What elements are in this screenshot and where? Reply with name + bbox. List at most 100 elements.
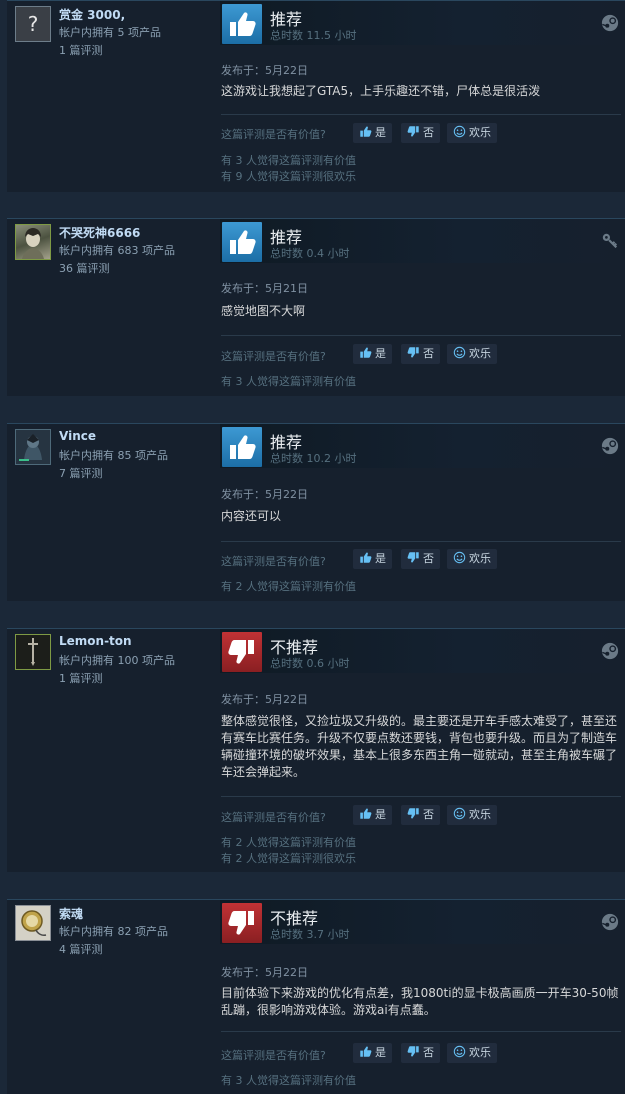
- vote-funny-button[interactable]: 欢乐: [447, 805, 497, 825]
- author-product-count: 帐户内拥有 100 项产品: [59, 654, 175, 667]
- vote-yes-label: 是: [375, 347, 386, 360]
- vote-no-button[interactable]: 否: [401, 549, 440, 569]
- helpful-question: 这篇评测是否有价值?: [221, 811, 326, 824]
- thumbs-down-small-icon: [407, 347, 419, 358]
- steam-icon: [601, 642, 619, 660]
- pocket-watch-avatar[interactable]: [15, 905, 51, 941]
- vote-funny-button[interactable]: 欢乐: [447, 1043, 497, 1063]
- helpful-summary: 有 3 人觉得这篇评测有价值: [221, 374, 356, 390]
- funny-summary-line: 有 2 人觉得这篇评测很欢乐: [221, 852, 356, 865]
- vote-funny-label: 欢乐: [469, 552, 491, 565]
- smiley-icon: [453, 551, 466, 564]
- thumbs-up-small-icon: [360, 347, 372, 358]
- vote-yes-button[interactable]: 是: [353, 805, 392, 825]
- sword-avatar[interactable]: [15, 634, 51, 670]
- vote-yes-button[interactable]: 是: [353, 1043, 392, 1063]
- helpful-summary: 有 3 人觉得这篇评测有价值: [221, 1073, 356, 1089]
- vote-yes-button[interactable]: 是: [353, 344, 392, 364]
- vote-yes-label: 是: [375, 552, 386, 565]
- thumbs-down-small-icon: [407, 126, 419, 137]
- thumbs-up-icon: [222, 4, 262, 44]
- author-review-count[interactable]: 1 篇评测: [59, 42, 103, 58]
- author-product-count: 帐户内拥有 85 项产品: [59, 449, 168, 462]
- divider: [221, 796, 621, 797]
- thumbs-up-small-icon: [360, 126, 372, 137]
- vote-no-button[interactable]: 否: [401, 344, 440, 364]
- helpful-question: 这篇评测是否有价值?: [221, 128, 326, 141]
- vote-yes-label: 是: [375, 126, 386, 139]
- posted-date: 发布于：5月22日: [221, 693, 308, 706]
- divider: [221, 541, 621, 542]
- vote-header: 推荐 总时数 0.4 小时: [220, 219, 625, 263]
- vote-funny-button[interactable]: 欢乐: [447, 123, 497, 143]
- author-product-count: 帐户内拥有 683 项产品: [59, 244, 175, 257]
- vote-funny-label: 欢乐: [469, 1046, 491, 1059]
- vote-funny-button[interactable]: 欢乐: [447, 549, 497, 569]
- review-card: Lemon-ton 帐户内拥有 100 项产品 1 篇评测 不推荐 总时数 0.…: [7, 628, 625, 872]
- smiley-icon: [453, 125, 466, 138]
- review-text: 这游戏让我想起了GTA5，上手乐趣还不错，尸体总是很活泼: [221, 84, 541, 98]
- helpful-summary-line: 有 3 人觉得这篇评测有价值: [221, 154, 356, 167]
- thumbs-down-small-icon: [407, 552, 419, 563]
- vote-funny-label: 欢乐: [469, 347, 491, 360]
- helpful-summary-line: 有 3 人觉得这篇评测有价值: [221, 1074, 356, 1087]
- review-text: 感觉地图不大啊: [221, 304, 306, 318]
- helpful-summary-line: 有 2 人觉得这篇评测有价值: [221, 580, 356, 593]
- divider: [221, 114, 621, 115]
- thumbs-down-small-icon: [407, 808, 419, 819]
- posted-date: 发布于：5月21日: [221, 282, 308, 295]
- vote-yes-button[interactable]: 是: [353, 549, 392, 569]
- author-name[interactable]: 索魂: [59, 905, 83, 922]
- vote-yes-label: 是: [375, 1046, 386, 1059]
- review-card: Vince 帐户内拥有 85 项产品 7 篇评测 推荐 总时数 10.2 小时 …: [7, 423, 625, 601]
- vote-funny-button[interactable]: 欢乐: [447, 344, 497, 364]
- helpful-question: 这篇评测是否有价值?: [221, 1049, 326, 1062]
- vote-no-button[interactable]: 否: [401, 123, 440, 143]
- dark-character-avatar[interactable]: [15, 429, 51, 465]
- thumbs-up-small-icon: [360, 552, 372, 563]
- divider: [221, 1031, 621, 1032]
- author-review-count[interactable]: 36 篇评测: [59, 260, 110, 276]
- vote-funny-label: 欢乐: [469, 808, 491, 821]
- posted-date: 发布于：5月22日: [221, 966, 308, 979]
- playtime-hours: 总时数 3.7 小时: [270, 928, 350, 941]
- steam-icon: [601, 14, 619, 32]
- author-product-count: 帐户内拥有 82 项产品: [59, 925, 168, 938]
- review-card: ? 赏金 3000, 帐户内拥有 5 项产品 1 篇评测 推荐 总时数 11.5…: [7, 0, 625, 192]
- question-mark-avatar[interactable]: ?: [15, 6, 51, 42]
- thumbs-up-icon: [222, 427, 262, 467]
- vote-yes-label: 是: [375, 808, 386, 821]
- review-card: 不哭死神6666 帐户内拥有 683 项产品 36 篇评测 推荐 总时数 0.4…: [7, 218, 625, 396]
- author-review-count[interactable]: 1 篇评测: [59, 670, 103, 686]
- vote-no-label: 否: [423, 1046, 434, 1059]
- author-review-count[interactable]: 7 篇评测: [59, 465, 103, 481]
- thumbs-down-small-icon: [407, 1046, 419, 1057]
- playtime-hours: 总时数 0.4 小时: [270, 247, 350, 260]
- key-icon: [602, 233, 618, 249]
- vote-yes-button[interactable]: 是: [353, 123, 392, 143]
- anime-character-avatar[interactable]: [15, 224, 51, 260]
- author-product-count: 帐户内拥有 5 项产品: [59, 26, 161, 39]
- vote-funny-label: 欢乐: [469, 126, 491, 139]
- author-review-count[interactable]: 4 篇评测: [59, 941, 103, 957]
- helpful-summary: 有 2 人觉得这篇评测有价值 有 2 人觉得这篇评测很欢乐: [221, 835, 356, 867]
- vote-no-button[interactable]: 否: [401, 805, 440, 825]
- vote-no-button[interactable]: 否: [401, 1043, 440, 1063]
- author-name[interactable]: 赏金 3000,: [59, 6, 125, 23]
- vote-header: 推荐 总时数 11.5 小时: [220, 1, 625, 45]
- helpful-summary: 有 3 人觉得这篇评测有价值 有 9 人觉得这篇评测很欢乐: [221, 153, 356, 185]
- review-card: 索魂 帐户内拥有 82 项产品 4 篇评测 不推荐 总时数 3.7 小时 发布于…: [7, 899, 625, 1094]
- author-name[interactable]: Lemon-ton: [59, 634, 132, 648]
- smiley-icon: [453, 807, 466, 820]
- vote-no-label: 否: [423, 808, 434, 821]
- playtime-hours: 总时数 11.5 小时: [270, 29, 357, 42]
- posted-date: 发布于：5月22日: [221, 64, 308, 77]
- thumbs-down-icon: [222, 903, 262, 943]
- review-text: 目前体验下来游戏的优化有点差，我1080ti的显卡极高画质一开车30-50帧乱蹦…: [221, 986, 619, 1017]
- vote-no-label: 否: [423, 347, 434, 360]
- author-name[interactable]: Vince: [59, 429, 96, 443]
- author-name[interactable]: 不哭死神6666: [59, 224, 140, 241]
- smiley-icon: [453, 346, 466, 359]
- thumbs-down-icon: [222, 632, 262, 672]
- review-text: 内容还可以: [221, 509, 282, 523]
